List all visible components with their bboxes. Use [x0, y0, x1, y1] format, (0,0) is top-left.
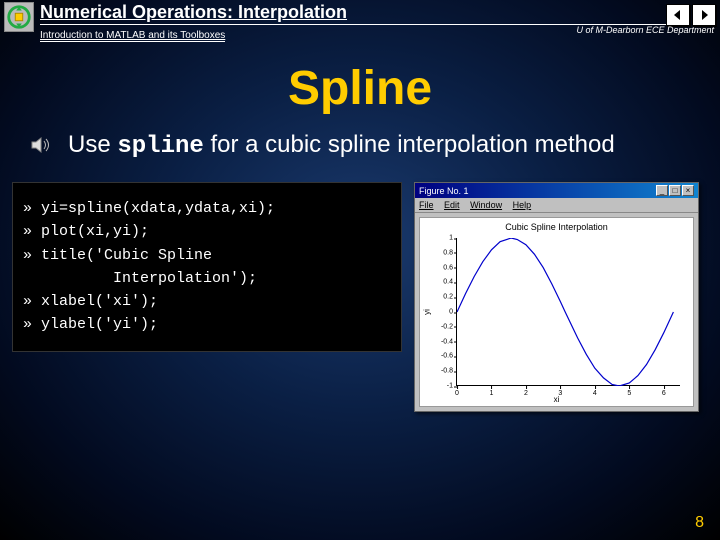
xtick: 0	[455, 390, 459, 397]
bullet-text: Use spline for a cubic spline interpolat…	[68, 130, 615, 162]
plot-curve	[457, 238, 681, 386]
code-line: » ylabel('yi');	[23, 313, 391, 336]
xtick: 4	[593, 390, 597, 397]
speaker-icon[interactable]	[30, 134, 52, 156]
figure-menubar: File Edit Window Help	[415, 198, 698, 213]
ytick: -0.2	[429, 323, 453, 330]
code-line: » plot(xi,yi);	[23, 220, 391, 243]
ytick: 0.2	[429, 294, 453, 301]
plot-area: Cubic Spline Interpolation yi xi -1-0.8-…	[419, 217, 694, 407]
menu-help[interactable]: Help	[513, 200, 532, 210]
header-subtitle: Introduction to MATLAB and its Toolboxes	[40, 30, 225, 42]
code-line: » yi=spline(xdata,ydata,xi);	[23, 197, 391, 220]
ytick: -0.6	[429, 353, 453, 360]
code-line: » xlabel('xi');	[23, 290, 391, 313]
ytick: 0.4	[429, 279, 453, 286]
code-line: Interpolation');	[23, 267, 391, 290]
ytick: 0.8	[429, 249, 453, 256]
nav-prev-button[interactable]	[666, 4, 690, 26]
code-line: » title('Cubic Spline	[23, 244, 391, 267]
ytick: -1	[429, 383, 453, 390]
bullet-code: spline	[117, 133, 203, 160]
figure-window-title: Figure No. 1	[419, 186, 469, 196]
code-panel: » yi=spline(xdata,ydata,xi); » plot(xi,y…	[12, 182, 402, 352]
xtick: 5	[627, 390, 631, 397]
ytick: -0.8	[429, 368, 453, 375]
close-icon[interactable]: ×	[682, 185, 694, 196]
ytick: 0	[429, 309, 453, 316]
xtick: 2	[524, 390, 528, 397]
figure-window: Figure No. 1 _ □ × File Edit Window Help…	[414, 182, 699, 412]
ytick: 1	[429, 235, 453, 242]
xtick: 6	[662, 390, 666, 397]
plot-title: Cubic Spline Interpolation	[420, 218, 693, 232]
menu-window[interactable]: Window	[470, 200, 502, 210]
xtick: 1	[490, 390, 494, 397]
page-number: 8	[695, 514, 704, 532]
bullet-pre: Use	[68, 131, 117, 158]
nav-next-button[interactable]	[692, 4, 716, 26]
maximize-icon[interactable]: □	[669, 185, 681, 196]
menu-edit[interactable]: Edit	[444, 200, 460, 210]
department-label: U of M-Dearborn ECE Department	[576, 25, 714, 35]
xtick: 3	[558, 390, 562, 397]
bullet-post: for a cubic spline interpolation method	[204, 131, 615, 158]
header-title: Numerical Operations: Interpolation	[40, 2, 666, 25]
minimize-icon[interactable]: _	[656, 185, 668, 196]
slide-title: Spline	[0, 61, 720, 116]
ytick: -0.4	[429, 338, 453, 345]
menu-file[interactable]: File	[419, 200, 434, 210]
logo-icon	[4, 2, 34, 32]
ytick: 0.6	[429, 264, 453, 271]
